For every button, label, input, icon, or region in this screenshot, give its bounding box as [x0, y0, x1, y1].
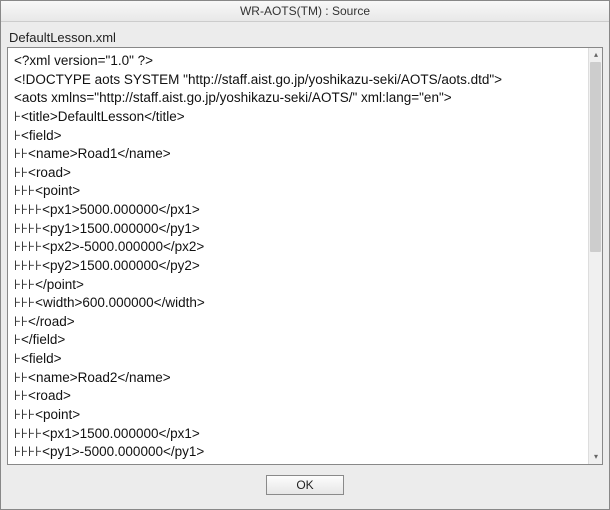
source-line: ⊦⊦⊦</point> [14, 276, 582, 295]
scroll-down-button[interactable]: ▾ [589, 450, 603, 464]
source-line: ⊦⊦⊦<point> [14, 406, 582, 425]
source-line: ⊦⊦</road> [14, 313, 582, 332]
ok-button[interactable]: OK [266, 475, 344, 495]
source-viewer: <?xml version="1.0" ?><!DOCTYPE aots SYS… [7, 47, 603, 465]
source-line: ⊦<field> [14, 350, 582, 369]
source-line: ⊦<title>DefaultLesson</title> [14, 108, 582, 127]
dialog-content: DefaultLesson.xml <?xml version="1.0" ?>… [1, 22, 609, 509]
window-titlebar: WR-AOTS(TM) : Source [1, 1, 609, 22]
vertical-scrollbar[interactable]: ▴ ▾ [588, 48, 602, 464]
source-line: ⊦</field> [14, 331, 582, 350]
button-row: OK [7, 465, 603, 503]
source-line: ⊦⊦<road> [14, 164, 582, 183]
source-line: ⊦⊦⊦⊦<py2>1500.000000</py2> [14, 257, 582, 276]
source-line: ⊦⊦<road> [14, 387, 582, 406]
source-line: ⊦⊦⊦⊦<py1>-5000.000000</py1> [14, 443, 582, 462]
source-line: ⊦⊦⊦⊦<px2>-5000.000000</px2> [14, 238, 582, 257]
scroll-up-button[interactable]: ▴ [589, 48, 603, 62]
dialog-window: WR-AOTS(TM) : Source DefaultLesson.xml <… [0, 0, 610, 510]
scroll-thumb[interactable] [590, 62, 601, 252]
source-line: ⊦⊦<name>Road1</name> [14, 145, 582, 164]
source-line: <?xml version="1.0" ?> [14, 52, 582, 71]
filename-label: DefaultLesson.xml [7, 28, 603, 47]
source-line: ⊦⊦⊦⊦<py1>1500.000000</py1> [14, 220, 582, 239]
source-line: <!DOCTYPE aots SYSTEM "http://staff.aist… [14, 71, 582, 90]
source-line: ⊦⊦⊦⊦<px1>5000.000000</px1> [14, 201, 582, 220]
source-line: ⊦<field> [14, 127, 582, 146]
source-line: ⊦⊦⊦⊦<px1>1500.000000</px1> [14, 425, 582, 444]
source-text[interactable]: <?xml version="1.0" ?><!DOCTYPE aots SYS… [8, 48, 588, 464]
source-line: ⊦⊦<name>Road2</name> [14, 369, 582, 388]
source-line: ⊦⊦⊦<point> [14, 182, 582, 201]
source-line: <aots xmlns="http://staff.aist.go.jp/yos… [14, 89, 582, 108]
source-line: ⊦⊦⊦<width>600.000000</width> [14, 294, 582, 313]
window-title: WR-AOTS(TM) : Source [240, 4, 370, 18]
